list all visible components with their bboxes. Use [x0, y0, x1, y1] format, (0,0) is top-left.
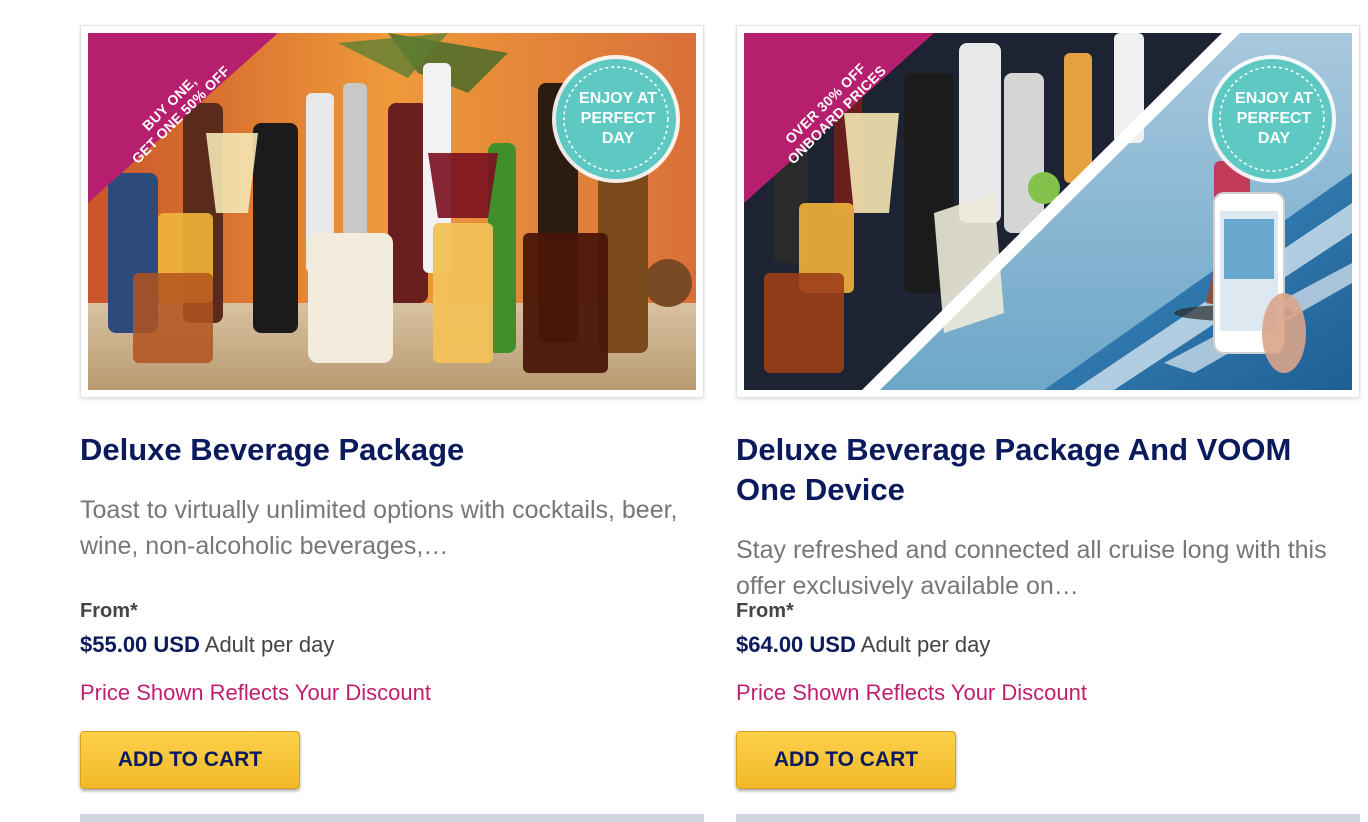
perfect-day-badge: ENJOY AT PERFECT DAY: [1224, 89, 1324, 149]
product-image-frame[interactable]: OVER 30% OFF ONBOARD PRICES ENJOY AT PER…: [736, 25, 1360, 398]
badge-line-3: DAY: [1257, 130, 1291, 147]
from-label: From*: [736, 600, 794, 622]
card-divider: [736, 814, 1360, 822]
discount-note: Price Shown Reflects Your Discount: [736, 680, 1087, 705]
badge-line-2: PERFECT: [1236, 110, 1312, 127]
perfect-day-badge: ENJOY AT PERFECT DAY: [568, 89, 668, 149]
product-description: Stay refreshed and connected all cruise …: [736, 536, 1327, 600]
product-photo[interactable]: BUY ONE, GET ONE 50% OFF ENJOY AT PERFEC…: [88, 33, 696, 390]
price-unit: Adult per day: [204, 632, 335, 657]
badge-line-2: PERFECT: [580, 110, 656, 127]
card-divider: [80, 814, 704, 822]
price-value: $64.00 USD: [736, 632, 856, 657]
badge-line-1: ENJOY AT: [1235, 90, 1313, 107]
price-row: $55.00 USD Adult per day: [80, 632, 334, 658]
product-description: Toast to virtually unlimited options wit…: [80, 496, 678, 560]
add-to-cart-button[interactable]: ADD TO CART: [736, 731, 956, 789]
price-unit: Adult per day: [860, 632, 991, 657]
price-row: $64.00 USD Adult per day: [736, 632, 990, 658]
price-value: $55.00 USD: [80, 632, 200, 657]
add-to-cart-button[interactable]: ADD TO CART: [80, 731, 300, 789]
from-label: From*: [80, 600, 138, 622]
product-photo[interactable]: OVER 30% OFF ONBOARD PRICES ENJOY AT PER…: [744, 33, 1352, 390]
badge-line-1: ENJOY AT: [579, 90, 657, 107]
product-title[interactable]: Deluxe Beverage Package: [80, 430, 704, 470]
product-title[interactable]: Deluxe Beverage Package And VOOM One Dev…: [736, 430, 1360, 510]
product-image-frame[interactable]: BUY ONE, GET ONE 50% OFF ENJOY AT PERFEC…: [80, 25, 704, 398]
discount-note: Price Shown Reflects Your Discount: [80, 680, 431, 705]
badge-line-3: DAY: [601, 130, 635, 147]
